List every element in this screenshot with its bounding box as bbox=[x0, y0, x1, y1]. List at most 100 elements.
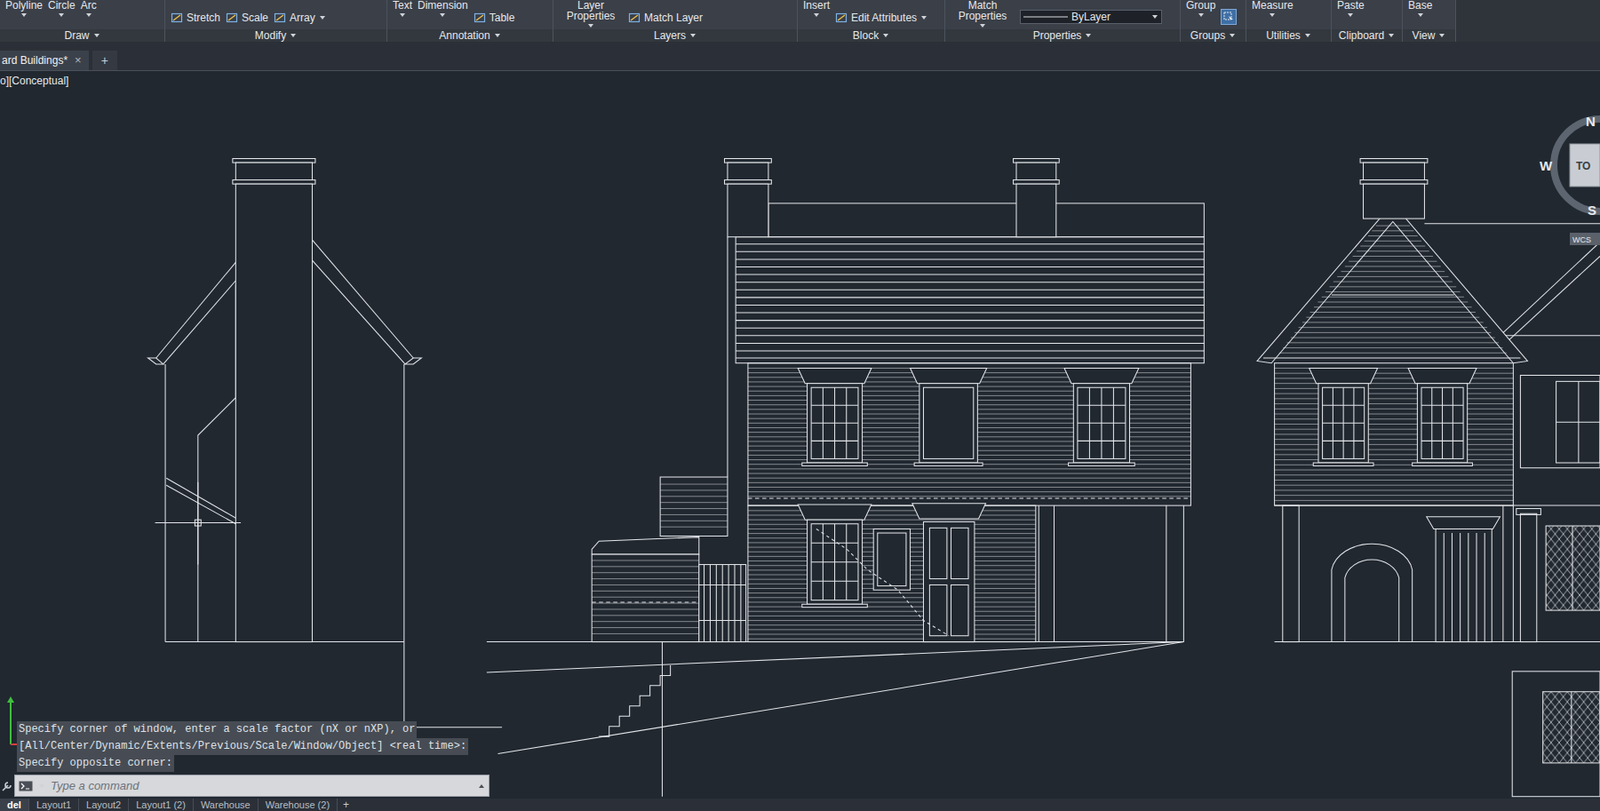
caret-icon bbox=[1387, 32, 1395, 39]
tool-icon bbox=[225, 11, 239, 24]
recent-commands-icon bbox=[38, 783, 46, 789]
ribbon-large-button[interactable]: Polyline bbox=[5, 0, 43, 18]
ribbon: PolylineCircleArc Draw Stretch Scale Array Mo… bbox=[0, 0, 1600, 43]
caret-icon bbox=[318, 15, 327, 21]
group-select-toggle[interactable] bbox=[1220, 8, 1237, 25]
panel-title[interactable]: Utilities bbox=[1246, 29, 1331, 42]
prompt-icon bbox=[18, 780, 33, 792]
file-tab-bar: ard Buildings*×+ bbox=[0, 42, 1600, 72]
caret-icon bbox=[1438, 32, 1446, 39]
ribbon-large-button[interactable]: Match Properties bbox=[950, 0, 1015, 29]
window-elevation bbox=[1064, 367, 1139, 466]
ribbon-panel: Base View bbox=[1402, 0, 1457, 42]
ribbon-small-button[interactable]: Scale bbox=[225, 11, 269, 24]
west-label: W bbox=[1539, 158, 1553, 174]
elevation-drawing[interactable] bbox=[0, 71, 1600, 799]
north-label: N bbox=[1585, 113, 1596, 129]
ribbon-panel: Measure Utilities bbox=[1246, 0, 1332, 42]
ribbon-large-button[interactable]: Base bbox=[1408, 0, 1433, 18]
add-layout-button[interactable]: + bbox=[337, 798, 355, 811]
layout-tab[interactable]: Warehouse bbox=[193, 798, 259, 811]
panel-title[interactable]: Clipboard bbox=[1331, 29, 1402, 42]
command-input[interactable]: Type a command bbox=[14, 774, 490, 797]
command-line: Specify corner of window, enter a scale … bbox=[0, 721, 490, 797]
ribbon-large-button[interactable]: Measure bbox=[1251, 0, 1294, 18]
ribbon-panel: Stretch Scale Array Modify bbox=[165, 0, 388, 42]
caret-icon bbox=[93, 32, 101, 39]
panel-title[interactable]: Modify bbox=[165, 29, 387, 42]
window-elevation bbox=[1408, 367, 1477, 466]
caret-icon bbox=[812, 12, 820, 18]
chimney bbox=[232, 159, 316, 643]
panel-title[interactable]: Draw bbox=[0, 29, 165, 42]
ribbon-small-button[interactable]: Match Layer bbox=[628, 11, 703, 24]
ribbon-large-button[interactable]: Dimension bbox=[417, 0, 469, 18]
tool-icon bbox=[473, 11, 486, 24]
caret-icon bbox=[85, 12, 93, 18]
panel-title[interactable]: Groups bbox=[1180, 29, 1246, 42]
layout-tab[interactable]: Layout1 bbox=[29, 798, 80, 811]
ribbon-large-button[interactable]: Insert bbox=[803, 0, 830, 18]
panel-title[interactable]: View bbox=[1402, 29, 1456, 42]
panel-title[interactable]: Layers bbox=[553, 29, 797, 42]
drawing-canvas[interactable]: o][Conceptual] N W S TO WCS Specify corner of … bbox=[0, 71, 1600, 799]
panel-title[interactable]: Properties bbox=[945, 29, 1180, 42]
caret-icon bbox=[20, 12, 28, 18]
caret-icon bbox=[493, 32, 502, 39]
panel-title[interactable]: Block bbox=[797, 29, 945, 42]
autocad-window: PolylineCircleArc Draw Stretch Scale Array Mo… bbox=[0, 0, 1600, 811]
ribbon-panel: Layer Properties Match Layer Layers bbox=[553, 0, 798, 42]
command-history-line: Specify corner of window, enter a scale … bbox=[16, 721, 417, 739]
ribbon-small-button[interactable]: Table bbox=[473, 11, 516, 24]
expand-history-icon[interactable] bbox=[477, 783, 486, 789]
chimney bbox=[1013, 159, 1060, 238]
layout-tab[interactable]: Warehouse (2) bbox=[258, 798, 338, 811]
ucs-icon bbox=[3, 694, 18, 750]
wcs-menu[interactable] bbox=[1569, 232, 1600, 246]
ribbon-large-button[interactable]: Layer Properties bbox=[558, 0, 623, 29]
caret-icon bbox=[289, 32, 297, 39]
viewcube-face[interactable] bbox=[1569, 143, 1600, 187]
ribbon-large-button[interactable]: Text bbox=[392, 0, 413, 18]
south-label: S bbox=[1587, 202, 1597, 218]
caret-icon bbox=[1304, 32, 1312, 39]
caret-icon bbox=[689, 32, 697, 39]
ribbon-small-button[interactable]: Stretch bbox=[170, 11, 221, 24]
window-elevation bbox=[1309, 367, 1378, 466]
svg-text:TO: TO bbox=[1576, 159, 1591, 173]
select-cursor-icon bbox=[1223, 11, 1234, 23]
command-history-line: [All/Center/Dynamic/Extents/Previous/Sca… bbox=[16, 738, 469, 756]
ribbon-panel: Paste Clipboard bbox=[1331, 0, 1403, 42]
ribbon-panel: TextDimension Table Annotation bbox=[387, 0, 554, 42]
viewport-label[interactable]: o][Conceptual] bbox=[0, 74, 69, 88]
ribbon-large-button[interactable]: Group bbox=[1186, 0, 1216, 18]
caret-icon bbox=[1268, 12, 1276, 18]
svg-text:WCS: WCS bbox=[1572, 235, 1592, 245]
caret-icon bbox=[57, 12, 65, 18]
layout-tab[interactable]: Layout1 (2) bbox=[128, 798, 194, 811]
left-building bbox=[148, 159, 503, 728]
file-tab[interactable]: ard Buildings*× bbox=[0, 50, 89, 71]
ribbon-small-button[interactable]: Array bbox=[273, 11, 327, 24]
window-elevation bbox=[910, 367, 988, 466]
ribbon-panel: Insert Edit Attributes Block bbox=[797, 0, 946, 42]
window-elevation bbox=[797, 504, 872, 608]
right-building bbox=[1257, 159, 1600, 797]
new-tab-button[interactable]: + bbox=[92, 50, 118, 71]
viewcube[interactable]: N W S TO WCS bbox=[1536, 106, 1600, 258]
wrench-icon[interactable] bbox=[0, 780, 14, 793]
caret-icon bbox=[438, 12, 446, 18]
linetype-dropdown[interactable]: ByLayer bbox=[1019, 9, 1163, 24]
caret-icon bbox=[1197, 12, 1205, 18]
ribbon-small-button[interactable]: Edit Attributes bbox=[835, 11, 928, 24]
layout-tab[interactable]: Layout2 bbox=[79, 798, 129, 811]
ribbon-large-button[interactable]: Circle bbox=[47, 0, 76, 18]
caret-icon bbox=[398, 12, 406, 18]
ribbon-large-button[interactable]: Arc bbox=[80, 0, 97, 18]
chimney bbox=[1360, 159, 1428, 220]
ribbon-large-button[interactable]: Paste bbox=[1337, 0, 1365, 18]
layout-tab[interactable]: del bbox=[0, 798, 30, 811]
tool-icon bbox=[628, 11, 641, 24]
close-tab-button[interactable]: × bbox=[74, 54, 82, 67]
panel-title[interactable]: Annotation bbox=[387, 29, 553, 42]
